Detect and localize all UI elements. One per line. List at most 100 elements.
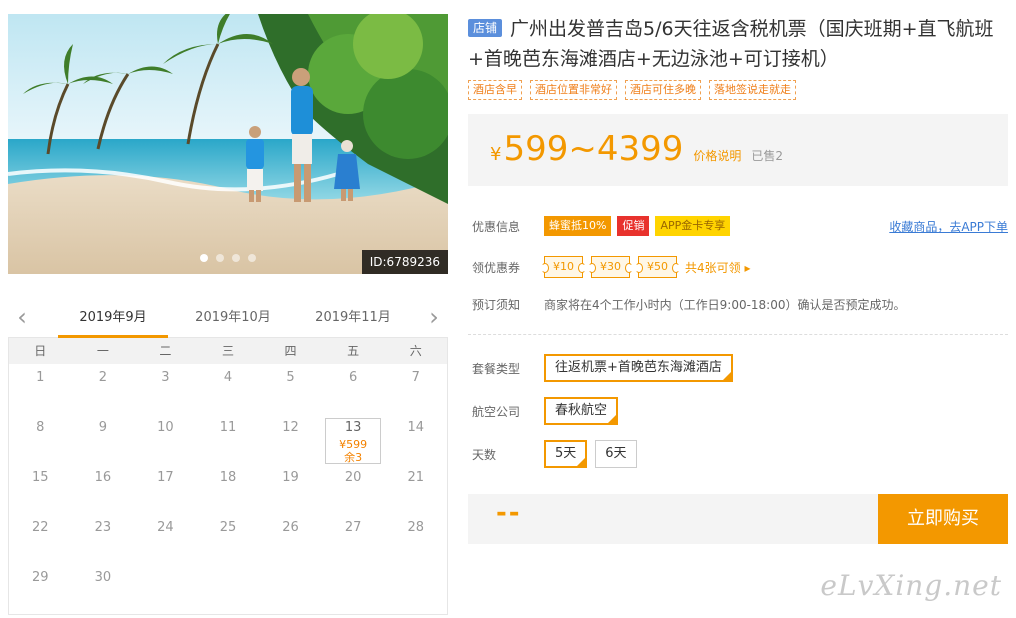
calendar-day: 11 <box>197 414 260 464</box>
carousel-dot[interactable] <box>200 254 208 262</box>
calendar-day-number: 5 <box>286 370 295 385</box>
calendar-day: 30 <box>72 564 135 614</box>
booking-notice-text: 商家将在4个工作小时内（工作日9:00-18:00）确认是否预定成功。 <box>544 298 906 312</box>
calendar-days: 1 2 3 4 5 6 7 8 9 10 11 12 13 ¥599 余3 14 15 16 17 18 19 20 21 2… <box>9 364 447 614</box>
calendar-day-number: 6 <box>348 370 358 385</box>
shop-badge: 店铺 <box>468 19 503 37</box>
calendar-day: 15 <box>9 464 72 514</box>
calendar-day: 6 <box>322 364 385 414</box>
more-coupons-link[interactable]: 共4张可领 ▸ <box>685 259 750 276</box>
package-options: 往返机票+首晚芭东海滩酒店 <box>544 354 741 382</box>
airline-option[interactable]: 春秋航空 <box>544 397 619 425</box>
calendar-day-number: 7 <box>411 370 420 385</box>
beach-photo <box>8 14 448 274</box>
coupon-ticket[interactable]: ¥30 <box>588 256 633 278</box>
sold-count: 已售2 <box>751 149 784 163</box>
booking-notice-row: 预订须知 商家将在4个工作小时内（工作日9:00-18:00）确认是否预定成功。 <box>472 296 1008 313</box>
calendar-day: 19 <box>259 464 322 514</box>
days-option[interactable]: 6天 <box>595 440 637 468</box>
currency-symbol: ¥ <box>490 144 502 165</box>
calendar-day: 25 <box>197 514 260 564</box>
booking-notice-label: 预订须知 <box>472 298 521 312</box>
calendar-day: 2 <box>72 364 135 414</box>
carousel-dot[interactable] <box>216 254 224 262</box>
coupon-list: ¥10 ¥30 ¥50 <box>541 256 685 278</box>
calendar-weekday: 四 <box>284 344 297 358</box>
calendar-day-number: 29 <box>32 570 49 585</box>
calendar-day-number: 11 <box>219 420 237 435</box>
product-title-text: 广州出发普吉岛5/6天往返含税机票（国庆班期+直飞航班+首晚芭东海滩酒店+无边泳… <box>468 18 994 70</box>
calendar-day-number: 13 <box>344 420 362 435</box>
calendar-month-tab[interactable]: 2019年11月 <box>288 300 408 338</box>
calendar-day-available[interactable]: 13 ¥599 余3 <box>322 414 385 464</box>
calendar-day-number: 23 <box>94 520 112 535</box>
calendar-day: 8 <box>9 414 72 464</box>
calendar-day-number: 19 <box>282 470 299 485</box>
coupon-ticket[interactable]: ¥10 <box>541 256 586 278</box>
calendar-weekday: 五 <box>347 344 360 358</box>
calendar-day: 9 <box>72 414 135 464</box>
days-label: 天数 <box>472 447 497 462</box>
product-title: 店铺 广州出发普吉岛5/6天往返含税机票（国庆班期+直飞航班+首晚芭东海滩酒店+无… <box>468 14 1008 74</box>
airline-row: 航空公司 春秋航空 <box>472 397 1008 425</box>
buy-now-button[interactable]: 立即购买 <box>878 494 1008 544</box>
calendar-weekday: 三 <box>221 344 234 358</box>
calendar-day-number: 21 <box>407 470 424 485</box>
promotions-label: 优惠信息 <box>472 219 521 234</box>
calendar-day: 3 <box>134 364 197 414</box>
calendar-day-number: 30 <box>94 570 112 585</box>
collect-app-link[interactable]: 收藏商品，去APP下单 <box>889 218 1008 235</box>
calendar-month-tab[interactable]: 2019年9月 <box>58 300 168 338</box>
calendar-day: 24 <box>134 514 197 564</box>
next-month-chevron-icon[interactable]: › <box>424 305 444 330</box>
price-range: 599~4399 <box>503 129 684 169</box>
promotions-row: 优惠信息 蜂蜜抵10% 促销 APP金卡专享 收藏商品，去APP下单 <box>472 216 1008 236</box>
site-watermark: eLvXing.net <box>820 569 1002 602</box>
calendar-day: 12 <box>259 414 322 464</box>
calendar-day: 21 <box>384 464 447 514</box>
calendar-month-tabs: 2019年9月 2019年10月 2019年11月 <box>58 300 408 338</box>
days-option[interactable]: 5天 <box>544 440 588 468</box>
calendar-day-number: 8 <box>36 420 45 435</box>
calendar-day-number: 10 <box>157 420 174 435</box>
calendar-day: 29 <box>9 564 72 614</box>
days-options: 5天 6天 <box>544 440 645 468</box>
coupon-ticket[interactable]: ¥50 <box>635 256 680 278</box>
calendar-grid: 日一二三四五六 1 2 3 4 5 6 7 8 9 10 11 12 13 ¥599 余3 14 15 16 17 1… <box>8 338 448 615</box>
calendar-day-number: 2 <box>98 370 107 385</box>
price-explain-link[interactable]: 价格说明 <box>693 147 741 164</box>
promotion-badges: 蜂蜜抵10% 促销 APP金卡专享 <box>544 216 736 236</box>
calendar-day-number: 26 <box>282 520 299 535</box>
calendar-weekday: 二 <box>159 344 172 358</box>
calendar-day-number: 24 <box>157 520 174 535</box>
calendar-day-number: 12 <box>282 420 299 435</box>
calendar-day: 22 <box>9 514 72 564</box>
image-id-label: ID:6789236 <box>361 250 448 274</box>
feature-tag: 酒店含早 <box>468 80 522 100</box>
product-info-panel: 店铺 广州出发普吉岛5/6天往返含税机票（国庆班期+直飞航班+首晚芭东海滩酒店+无… <box>468 14 1008 544</box>
calendar-day-number: 9 <box>98 420 107 435</box>
calendar-month-tab[interactable]: 2019年10月 <box>168 300 288 338</box>
calendar-weekday-row: 日一二三四五六 <box>9 338 447 364</box>
purchase-bar: -- 立即购买 <box>468 494 1008 544</box>
coupons-label: 领优惠券 <box>472 260 521 275</box>
feature-tag: 落地签说走就走 <box>709 80 796 100</box>
calendar-day-number: 4 <box>223 370 233 385</box>
calendar-day-number: 15 <box>32 470 49 485</box>
prev-month-chevron-icon[interactable]: ‹ <box>12 305 32 330</box>
calendar-day-number: 14 <box>407 420 424 435</box>
calendar-header: ‹ 2019年9月 2019年10月 2019年11月 › <box>8 300 448 338</box>
calendar-day: 4 <box>197 364 260 414</box>
package-type-label: 套餐类型 <box>472 361 521 376</box>
calendar-day: 10 <box>134 414 197 464</box>
calendar-day-number: 17 <box>157 470 174 485</box>
feature-tag: 酒店位置非常好 <box>530 80 617 100</box>
carousel-dot[interactable] <box>248 254 256 262</box>
calendar-weekday: 六 <box>409 344 422 358</box>
calendar-day-number: 3 <box>161 370 170 385</box>
carousel-dot[interactable] <box>232 254 240 262</box>
package-option[interactable]: 往返机票+首晚芭东海滩酒店 <box>544 354 733 382</box>
product-hero-image[interactable]: ID:6789236 <box>8 14 448 274</box>
promotion-badge: APP金卡专享 <box>655 216 731 236</box>
airline-label: 航空公司 <box>472 404 521 419</box>
